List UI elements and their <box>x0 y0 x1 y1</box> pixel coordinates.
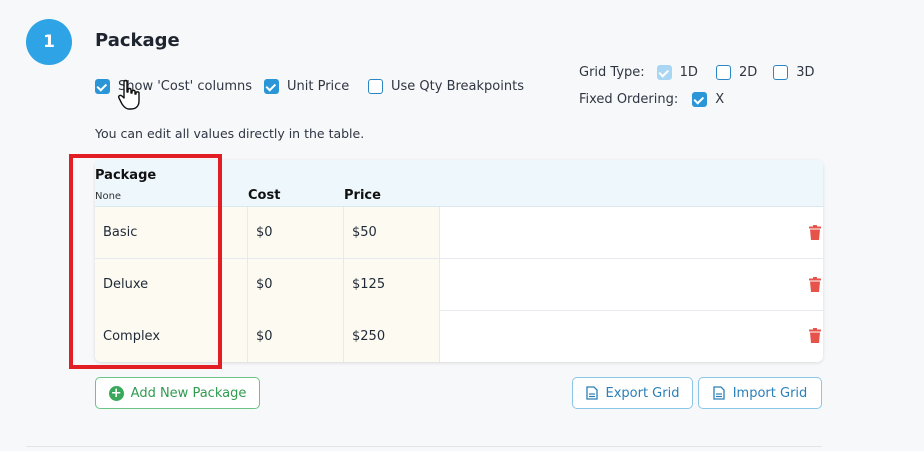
hand-pointer-icon <box>118 79 140 110</box>
fixed-ordering-group: Fixed Ordering: X <box>579 92 724 107</box>
price-cell[interactable]: $250 <box>344 310 440 362</box>
grid-type-2d-label: 2D <box>738 65 758 80</box>
package-name-cell[interactable]: Basic <box>95 207 248 258</box>
grid-type-3d-label: 3D <box>796 65 815 80</box>
import-grid-button[interactable]: Import Grid <box>698 377 822 409</box>
package-name-cell[interactable]: Complex <box>95 310 248 362</box>
package-table: Package None Cost Price Basic $0 $50 Del… <box>95 160 823 362</box>
grid-type-label: Grid Type: <box>579 65 645 80</box>
qty-breakpoints-label: Use Qty Breakpoints <box>391 79 524 94</box>
header-cost: Cost <box>248 188 281 203</box>
show-cost-checkbox[interactable] <box>95 79 110 94</box>
price-cell[interactable]: $50 <box>344 207 440 258</box>
cost-cell[interactable]: $0 <box>248 310 344 362</box>
step-number-badge: 1 <box>26 19 72 65</box>
export-grid-label: Export Grid <box>605 385 680 401</box>
qty-breakpoints-checkbox[interactable] <box>368 79 383 94</box>
import-grid-label: Import Grid <box>732 385 808 401</box>
section-divider <box>26 446 822 447</box>
table-row: Basic $0 $50 <box>95 207 823 259</box>
grid-type-1d-label: 1D <box>679 65 698 80</box>
header-price: Price <box>344 188 381 203</box>
trash-icon[interactable] <box>809 277 821 292</box>
table-header: Package None Cost Price <box>95 160 823 207</box>
trash-icon[interactable] <box>809 328 821 343</box>
price-cell[interactable]: $125 <box>344 259 440 310</box>
unit-price-option[interactable]: Unit Price <box>264 79 349 94</box>
add-new-package-label: Add New Package <box>130 385 247 401</box>
unit-price-label: Unit Price <box>287 79 350 94</box>
grid-type-2d-checkbox[interactable] <box>715 65 731 80</box>
header-package[interactable]: Package <box>95 168 156 183</box>
trash-icon[interactable] <box>809 225 821 240</box>
grid-type-3d-checkbox[interactable] <box>773 65 789 80</box>
document-icon <box>713 386 725 400</box>
document-icon <box>585 386 598 400</box>
plus-circle-icon: + <box>108 385 124 401</box>
export-grid-button[interactable]: Export Grid <box>572 377 693 409</box>
unit-price-checkbox[interactable] <box>264 79 279 94</box>
grid-type-1d-checkbox[interactable] <box>656 65 672 80</box>
table-row: Deluxe $0 $125 <box>95 259 823 311</box>
fixed-ordering-x-checkbox[interactable] <box>692 92 708 107</box>
header-package-sub: None <box>95 191 122 202</box>
table-row: Complex $0 $250 <box>95 310 823 362</box>
fixed-ordering-x-label: X <box>715 92 725 107</box>
cost-cell[interactable]: $0 <box>248 259 344 310</box>
fixed-ordering-label: Fixed Ordering: <box>579 92 679 107</box>
grid-type-group: Grid Type: 1D 2D 3D <box>579 65 815 80</box>
package-name-cell[interactable]: Deluxe <box>95 259 248 310</box>
cost-cell[interactable]: $0 <box>248 207 344 258</box>
edit-hint-text: You can edit all values directly in the … <box>95 126 365 141</box>
qty-breakpoints-option[interactable]: Use Qty Breakpoints <box>368 79 524 94</box>
add-new-package-button[interactable]: + Add New Package <box>95 377 260 409</box>
section-title: Package <box>95 30 180 51</box>
